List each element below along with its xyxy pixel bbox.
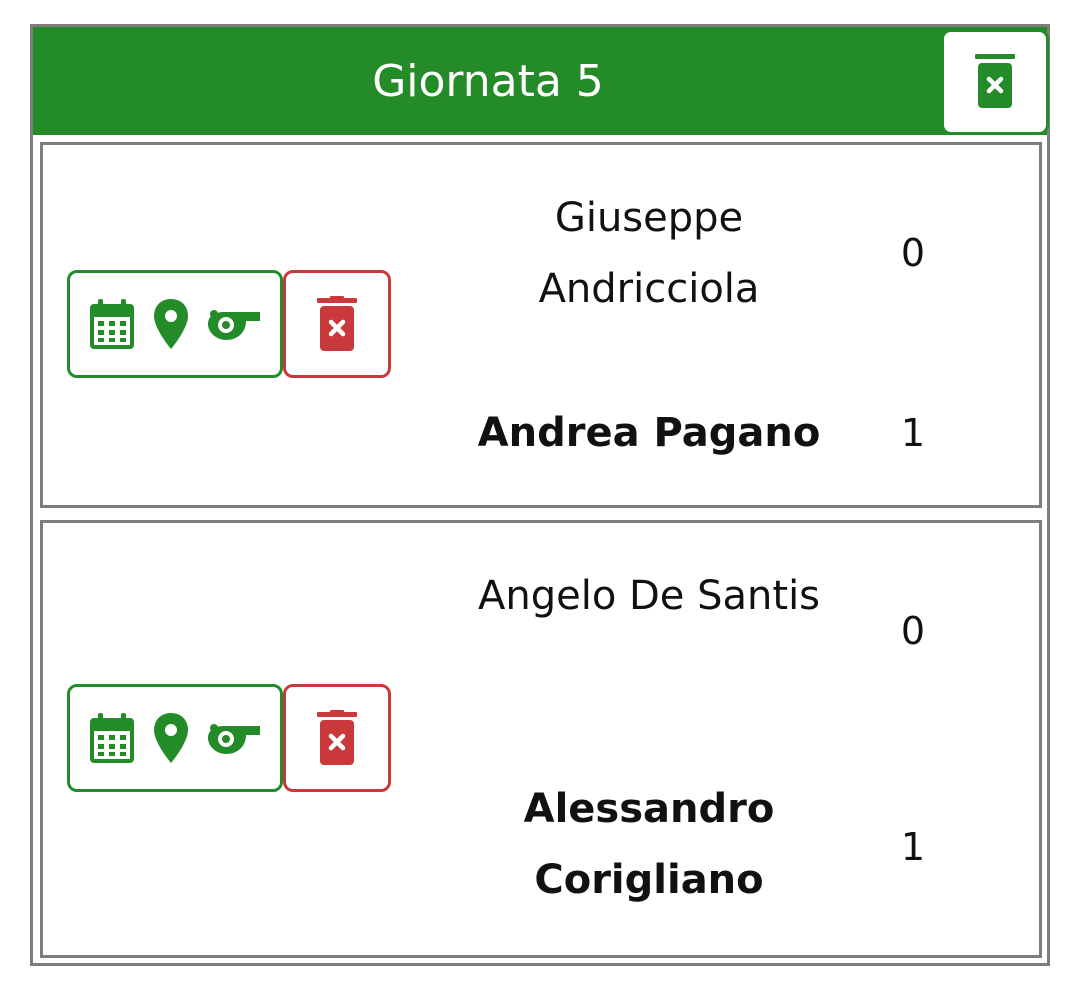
home-player-name: Angelo De Santis xyxy=(477,573,821,619)
match-card: Giuseppe Andricciola 0 Andrea Pagano 1 xyxy=(40,142,1042,508)
trash-x-icon xyxy=(317,710,357,765)
map-pin-icon[interactable] xyxy=(154,713,188,763)
delete-round-button[interactable] xyxy=(941,29,1049,135)
calendar-icon[interactable] xyxy=(90,299,134,349)
round-title: Giornata 5 xyxy=(372,55,604,107)
trash-x-icon xyxy=(317,296,357,351)
away-score: 1 xyxy=(900,411,926,455)
round-card: Giornata 5 Giuseppe Andricciola 0 Andrea… xyxy=(30,24,1050,966)
home-player-name: Giuseppe Andricciola xyxy=(538,195,760,312)
home-score: 0 xyxy=(900,231,926,275)
calendar-icon[interactable] xyxy=(90,713,134,763)
delete-match-button[interactable] xyxy=(283,270,391,378)
delete-match-button[interactable] xyxy=(283,684,391,792)
match-card: Angelo De Santis 0 Alessandro Corigliano… xyxy=(40,520,1042,958)
away-player-name: Andrea Pagano xyxy=(477,410,821,456)
home-score: 0 xyxy=(900,609,926,653)
whistle-icon[interactable] xyxy=(208,308,260,340)
match-actions xyxy=(67,270,283,378)
round-header: Giornata 5 xyxy=(33,27,1047,135)
away-score: 1 xyxy=(900,825,926,869)
match-actions xyxy=(67,684,283,792)
whistle-icon[interactable] xyxy=(208,722,260,754)
away-player-name: Alessandro Corigliano xyxy=(523,786,775,903)
trash-x-icon xyxy=(975,54,1015,108)
map-pin-icon[interactable] xyxy=(154,299,188,349)
